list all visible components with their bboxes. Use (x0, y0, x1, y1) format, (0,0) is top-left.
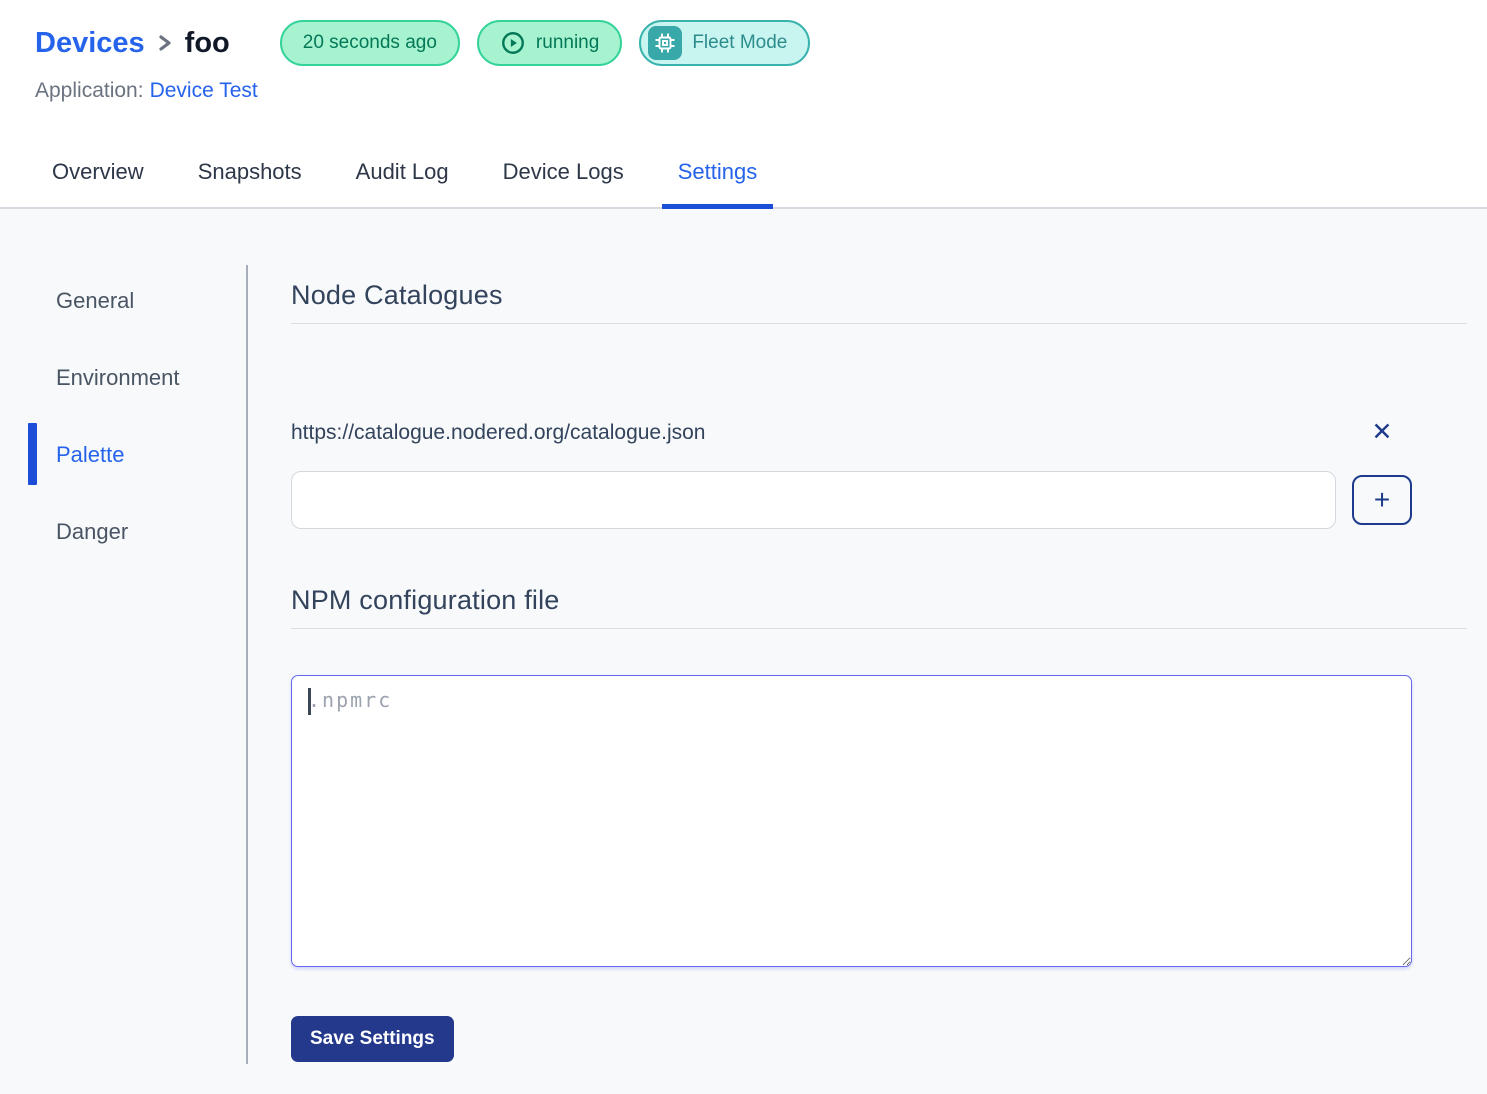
sidebar-item-danger[interactable]: Danger (0, 496, 246, 573)
catalogue-url: https://catalogue.nodered.org/catalogue.… (291, 421, 1352, 445)
device-status-badge: running (477, 20, 622, 66)
breadcrumb: Devices foo (35, 27, 230, 60)
npmrc-textarea-wrap (291, 675, 1412, 967)
fleet-mode-badge: Fleet Mode (639, 20, 810, 66)
tab-snapshots-label: Snapshots (198, 159, 302, 184)
tab-device-logs[interactable]: Device Logs (487, 159, 640, 207)
npm-config-header: NPM configuration file (291, 585, 1467, 629)
npm-config-title: NPM configuration file (291, 585, 1467, 628)
npm-config-section: NPM configuration file (291, 585, 1467, 967)
sidebar-item-general-label: General (56, 288, 134, 313)
save-settings-button[interactable]: Save Settings (291, 1016, 454, 1062)
tab-bar: Overview Snapshots Audit Log Device Logs… (0, 159, 1487, 209)
sidebar-item-palette[interactable]: Palette (0, 419, 246, 496)
play-circle-icon (500, 30, 526, 56)
palette-settings-panel: Node Catalogues https://catalogue.nodere… (248, 209, 1487, 1094)
status-badges: 20 seconds ago running Fleet Mode (280, 20, 811, 66)
tab-settings-label: Settings (678, 159, 758, 184)
npmrc-textarea[interactable] (291, 675, 1412, 967)
tab-overview-label: Overview (52, 159, 144, 184)
sidebar-item-environment[interactable]: Environment (0, 342, 246, 419)
settings-content: General Environment Palette Danger Node … (0, 209, 1487, 1094)
sidebar-item-environment-label: Environment (56, 365, 180, 390)
application-link[interactable]: Device Test (150, 79, 258, 102)
tab-audit-log-label: Audit Log (356, 159, 449, 184)
node-catalogues-section: Node Catalogues https://catalogue.nodere… (291, 280, 1467, 529)
text-cursor (308, 688, 311, 715)
tab-overview[interactable]: Overview (36, 159, 160, 207)
tab-audit-log[interactable]: Audit Log (340, 159, 465, 207)
add-catalogue-row: + (291, 471, 1412, 529)
chip-icon (648, 26, 682, 60)
device-status-badge-label: running (536, 32, 599, 54)
new-catalogue-input[interactable] (291, 471, 1336, 529)
tab-settings[interactable]: Settings (662, 159, 774, 207)
tab-snapshots[interactable]: Snapshots (182, 159, 318, 207)
node-catalogues-title: Node Catalogues (291, 280, 1467, 323)
add-catalogue-button[interactable]: + (1352, 475, 1412, 525)
breadcrumb-devices-link[interactable]: Devices (35, 27, 145, 60)
fleet-mode-badge-label: Fleet Mode (692, 32, 787, 54)
remove-catalogue-button[interactable]: ✕ (1352, 420, 1412, 445)
tab-device-logs-label: Device Logs (503, 159, 624, 184)
application-row: Application: Device Test (35, 79, 1452, 103)
sidebar-item-danger-label: Danger (56, 519, 128, 544)
active-tab-indicator (662, 204, 774, 209)
breadcrumb-current: foo (185, 27, 230, 60)
sidebar-item-palette-label: Palette (56, 442, 125, 467)
breadcrumb-row: Devices foo 20 seconds ago running (35, 20, 1452, 66)
last-seen-badge-label: 20 seconds ago (303, 32, 437, 54)
application-label: Application: (35, 79, 144, 102)
last-seen-badge: 20 seconds ago (280, 20, 460, 66)
settings-sidebar: General Environment Palette Danger (0, 265, 248, 1064)
sidebar-item-general[interactable]: General (0, 265, 246, 342)
breadcrumb-chevron-icon (157, 31, 173, 55)
catalogue-entry-row: https://catalogue.nodered.org/catalogue.… (291, 420, 1412, 445)
node-catalogues-header: Node Catalogues (291, 280, 1467, 324)
page-header: Devices foo 20 seconds ago running (0, 0, 1487, 103)
active-item-indicator (28, 423, 37, 485)
